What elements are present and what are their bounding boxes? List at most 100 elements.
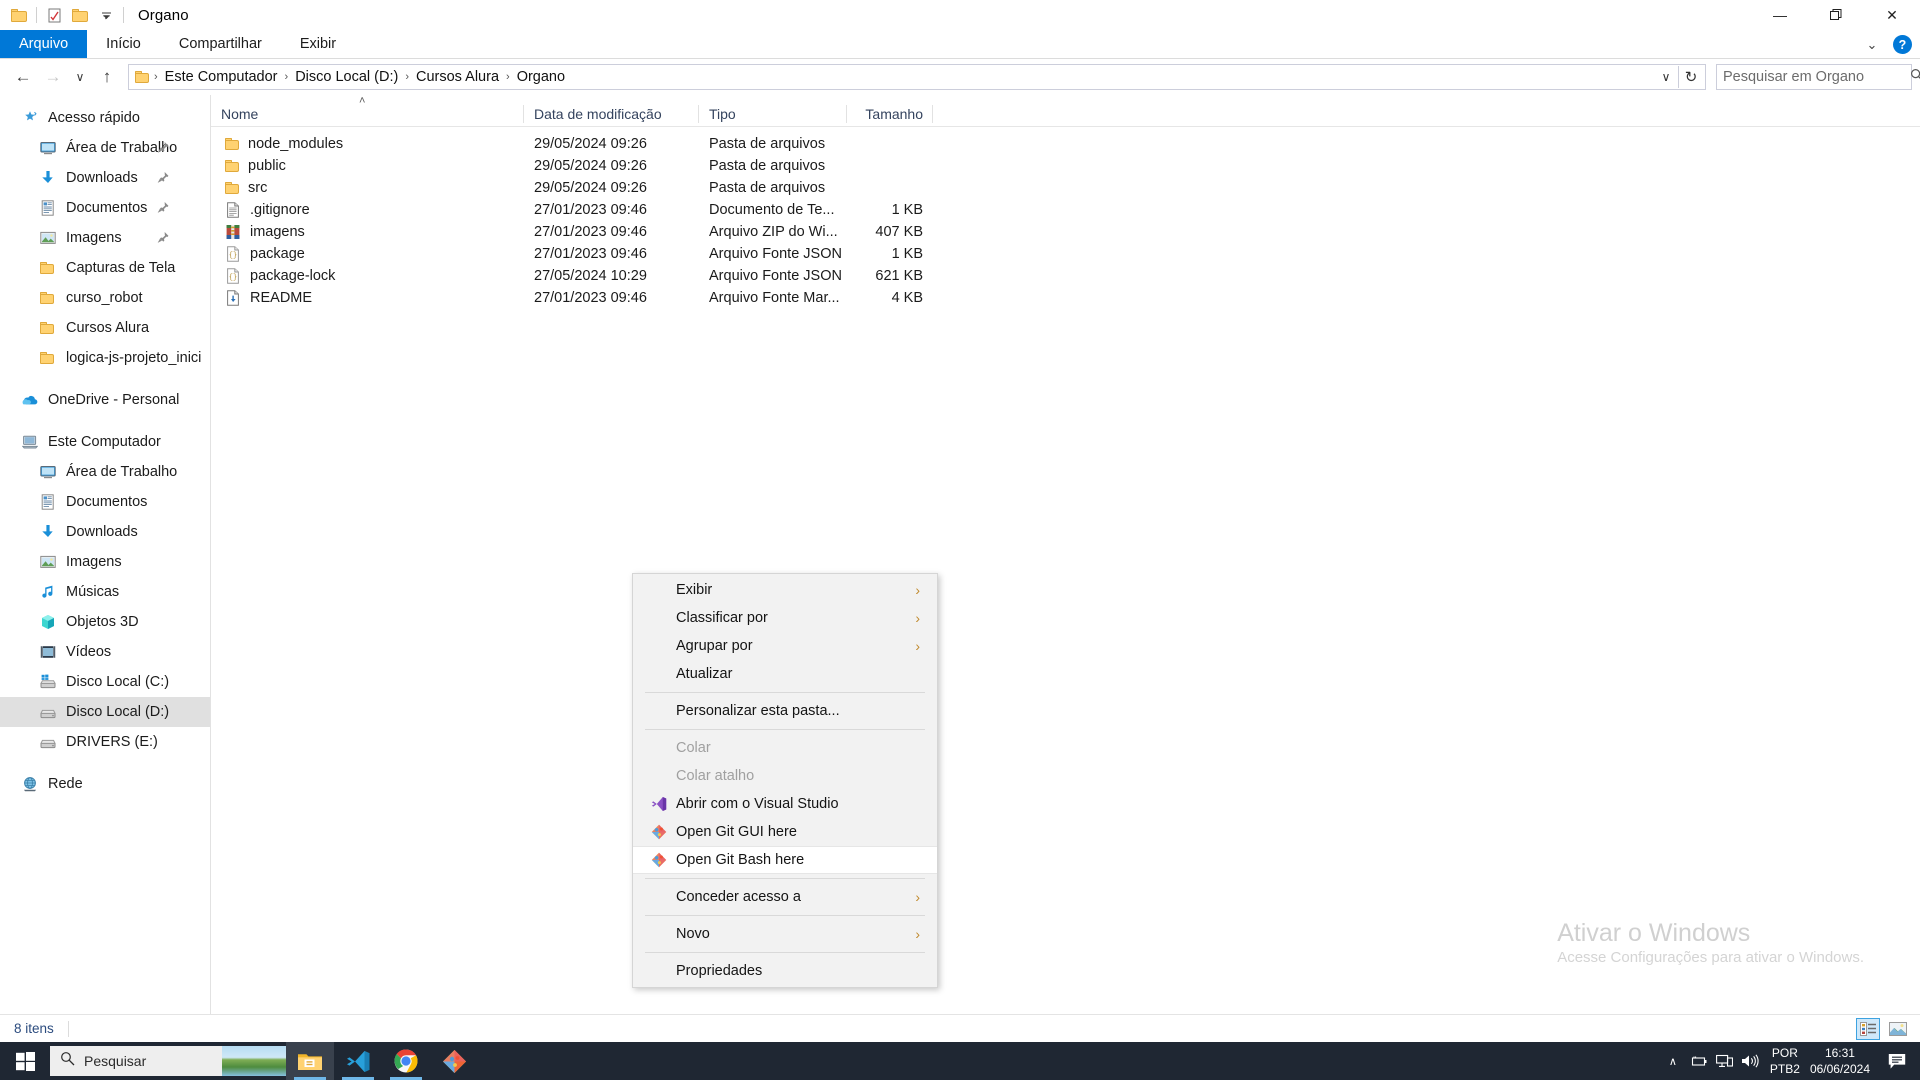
tab-compartilhar[interactable]: Compartilhar [160,30,281,58]
show-hidden-icons-button[interactable]: ∧ [1660,1042,1686,1080]
sidebar-item-imagens[interactable]: Imagens [0,547,210,577]
file-name-cell[interactable]: {} package [211,246,524,262]
taskbar-app-git-bash[interactable] [430,1042,478,1080]
sidebar-item-este-computador[interactable]: Este Computador [0,427,210,457]
up-button[interactable]: ↑ [92,63,122,91]
file-name-cell[interactable]: src [211,180,524,196]
search-input[interactable] [1723,69,1910,85]
clock-and-language[interactable]: POR PTB2 16:31 06/06/2024 [1764,1045,1880,1077]
sidebar-item-documentos[interactable]: Documentos [0,487,210,517]
breadcrumb-item-disco-local-d[interactable]: Disco Local (D:) [289,69,404,85]
navigation-pane[interactable]: Acesso rápido Área de Trabalho Downloads Do… [0,95,211,1014]
sidebar-item-onedrive-personal[interactable]: OneDrive - Personal [0,385,210,415]
help-button[interactable]: ? [1893,35,1912,54]
address-dropdown-icon[interactable]: ∨ [1654,65,1678,89]
table-row[interactable]: imagens 27/01/2023 09:46 Arquivo ZIP do Wi… [211,221,1920,243]
large-icons-view-button[interactable] [1886,1018,1910,1040]
sidebar-item-capturas-de-tela[interactable]: Capturas de Tela [0,253,210,283]
properties-icon[interactable] [41,2,67,28]
table-row[interactable]: node_modules 29/05/2024 09:26 Pasta de arq… [211,133,1920,155]
details-view-button[interactable] [1856,1017,1880,1040]
sidebar-item-disco-local-d[interactable]: Disco Local (D:) [0,697,210,727]
file-name-cell[interactable]: .gitignore [211,202,524,218]
menu-item-abrir-com-o-visual-studio[interactable]: Abrir com o Visual Studio [633,790,937,818]
sidebar-item-cursos-alura[interactable]: Cursos Alura [0,313,210,343]
file-name-cell[interactable]: node_modules [211,136,524,152]
file-list-pane[interactable]: ˄ Nome Data de modificação Tipo Tamanho … [211,95,1920,1014]
table-row[interactable]: {} package-lock 27/05/2024 10:29 Arquivo Fo… [211,265,1920,287]
clock-time: 16:31 [1824,1045,1855,1060]
sidebar-item-imagens[interactable]: Imagens [0,223,210,253]
menu-item-exibir[interactable]: Exibir › [633,576,937,604]
sidebar-item-v-deos[interactable]: Vídeos [0,637,210,667]
start-button[interactable] [0,1042,50,1080]
search-icon[interactable] [1910,68,1920,87]
table-row[interactable]: src 29/05/2024 09:26 Pasta de arquivos [211,177,1920,199]
column-header-nome[interactable]: Nome [211,101,524,127]
breadcrumb-item-este-computador[interactable]: Este Computador [159,69,284,85]
table-row[interactable]: README 27/01/2023 09:46 Arquivo Fonte Mar.… [211,287,1920,309]
column-header-tipo[interactable]: Tipo [699,101,847,127]
menu-item-classificar-por[interactable]: Classificar por › [633,604,937,632]
column-header-tamanho[interactable]: Tamanho [847,101,933,127]
sidebar-item-curso-robot[interactable]: curso_robot [0,283,210,313]
customize-dropdown-icon[interactable] [93,2,119,28]
pin-icon[interactable] [152,168,171,187]
file-name-cell[interactable]: {} package-lock [211,268,524,284]
search-box[interactable] [1716,64,1920,90]
sidebar-item-documentos[interactable]: Documentos [0,193,210,223]
sidebar-item-rea-de-trabalho[interactable]: Área de Trabalho [0,133,210,163]
taskbar-search[interactable]: Pesquisar [50,1046,286,1076]
notification-icon[interactable] [1880,1042,1914,1080]
sidebar-item-objetos-3d[interactable]: Objetos 3D [0,607,210,637]
sidebar-item-downloads[interactable]: Downloads [0,163,210,193]
file-name-cell[interactable]: imagens [211,224,524,240]
tab-exibir[interactable]: Exibir [281,30,355,58]
address-bar[interactable]: › Este Computador › Disco Local (D:) › C… [128,64,1706,90]
close-button[interactable]: ✕ [1864,0,1920,30]
breadcrumb-item-cursos-alura[interactable]: Cursos Alura [410,69,505,85]
table-row[interactable]: .gitignore 27/01/2023 09:46 Documento de T… [211,199,1920,221]
column-header-data-de-modificacao[interactable]: Data de modificação [524,101,699,127]
table-row[interactable]: {} package 27/01/2023 09:46 Arquivo Fonte J… [211,243,1920,265]
network-icon[interactable] [1712,1042,1738,1080]
sidebar-item-disco-local-c[interactable]: Disco Local (C:) [0,667,210,697]
minimize-button[interactable]: — [1752,0,1808,30]
menu-item-open-git-bash-here[interactable]: Open Git Bash here [633,846,937,874]
menu-item-novo[interactable]: Novo › [633,920,937,948]
volume-icon[interactable] [1738,1042,1764,1080]
menu-item-personalizar-esta-pasta[interactable]: Personalizar esta pasta... [633,697,937,725]
menu-item-propriedades[interactable]: Propriedades [633,957,937,985]
sidebar-item-logica-js-projeto-inici[interactable]: logica-js-projeto_inici [0,343,210,373]
taskbar-app-google-chrome[interactable] [382,1042,430,1080]
sidebar-item-drivers-e[interactable]: DRIVERS (E:) [0,727,210,757]
sidebar-item-acesso-r-pido[interactable]: Acesso rápido [0,103,210,133]
sidebar-item-rede[interactable]: Rede [0,769,210,799]
tab-inicio[interactable]: Início [87,30,160,58]
refresh-icon[interactable]: ↻ [1679,65,1703,89]
pin-icon[interactable] [152,198,171,217]
battery-icon[interactable] [1686,1042,1712,1080]
context-menu[interactable]: Exibir › Classificar por › Agrupar por › Atual… [632,573,938,988]
taskbar-app-file-explorer[interactable] [286,1042,334,1080]
sidebar-item-rea-de-trabalho[interactable]: Área de Trabalho [0,457,210,487]
maximize-button[interactable] [1808,0,1864,30]
file-list[interactable]: node_modules 29/05/2024 09:26 Pasta de arq… [211,127,1920,309]
recent-locations-icon[interactable]: ∨ [68,63,92,91]
menu-item-open-git-gui-here[interactable]: Open Git GUI here [633,818,937,846]
new-folder-icon[interactable] [67,2,93,28]
menu-item-agrupar-por[interactable]: Agrupar por › [633,632,937,660]
file-name-cell[interactable]: README [211,290,524,306]
taskbar-app-visual-studio-code[interactable] [334,1042,382,1080]
back-button[interactable]: ← [8,63,38,91]
pin-icon[interactable] [152,228,171,247]
menu-item-conceder-acesso-a[interactable]: Conceder acesso a › [633,883,937,911]
sidebar-item-downloads[interactable]: Downloads [0,517,210,547]
table-row[interactable]: public 29/05/2024 09:26 Pasta de arquivos [211,155,1920,177]
sidebar-item-m-sicas[interactable]: Músicas [0,577,210,607]
chevron-down-icon[interactable]: ⌄ [1861,37,1883,53]
tab-arquivo[interactable]: Arquivo [0,30,88,58]
file-name-cell[interactable]: public [211,158,524,174]
menu-item-atualizar[interactable]: Atualizar [633,660,937,688]
breadcrumb-item-organo[interactable]: Organo [511,69,571,85]
